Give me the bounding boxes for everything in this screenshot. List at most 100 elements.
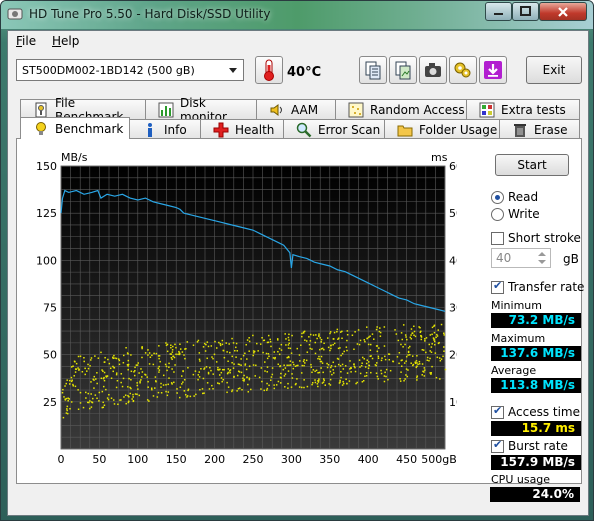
access-time-point [158,371,160,373]
access-time-point [403,362,406,364]
access-time-point [219,344,222,347]
tab-benchmark[interactable]: Benchmark [20,117,130,139]
copy-screenshot-button[interactable] [389,56,417,84]
access-time-point [136,364,139,366]
access-time-point [280,343,283,346]
access-time-point [240,371,243,374]
tab-info[interactable]: Info [129,119,201,139]
average-value: 113.8 MB/s [491,378,581,393]
access-time-point [353,363,355,365]
access-time-point [196,341,199,343]
copy-screenshot-icon [395,61,411,80]
access-time-point [93,387,95,389]
access-time-point [173,356,176,359]
access-time-checkbox[interactable]: Access time [491,404,586,419]
access-time-point [73,360,76,363]
access-time-point [82,406,85,409]
access-time-point [375,328,378,331]
access-time-point [311,382,314,384]
access-time-point [272,357,275,359]
transfer-rate-checkbox[interactable]: Transfer rate [491,279,586,294]
tab-random-access[interactable]: Random Access [335,99,467,119]
temperature-button[interactable] [255,56,283,84]
menu-file[interactable]: File [16,34,36,48]
access-time-point [183,354,185,356]
access-time-point [318,335,320,337]
access-time-point [227,368,230,370]
health-cross-icon [213,122,229,137]
copy-info-button[interactable] [359,56,387,84]
title-bar[interactable]: HD Tune Pro 5.50 - Hard Disk/SSD Utility [1,1,593,29]
close-button[interactable] [539,2,587,21]
access-time-point [365,362,368,365]
options-button[interactable] [449,56,477,84]
access-time-point [152,363,155,366]
save-button[interactable] [479,56,507,84]
access-time-point [84,367,86,370]
access-time-point [266,382,268,385]
short-stroke-input[interactable]: 40 [491,248,551,268]
access-time-point [243,380,245,382]
exit-button[interactable]: Exit [526,56,582,84]
access-time-point [100,377,103,380]
spin-down-icon[interactable] [536,258,548,266]
tab-file-benchmark[interactable]: File Benchmark [20,96,146,124]
access-time-point [157,391,160,394]
access-time-point [193,395,195,397]
access-time-point [184,357,186,360]
access-time-point [74,368,77,370]
access-time-point [120,373,123,375]
tab-health[interactable]: Health [200,119,284,139]
access-time-point [367,361,370,363]
access-time-point [405,368,408,370]
short-stroke-checkbox[interactable]: Short stroke [491,231,586,245]
spin-up-icon[interactable] [536,250,548,258]
drive-select[interactable]: ST500DM002-1BD142 (500 gB) [16,59,244,81]
x-tick-label: 250 [243,453,264,466]
tab-aam[interactable]: AAM [256,99,336,119]
access-time-point [405,336,407,338]
access-time-point [166,350,169,353]
access-time-point [212,357,214,360]
access-time-point [170,346,172,349]
write-radio-dot [491,207,504,221]
tab-error-scan[interactable]: Error Scan [283,119,385,139]
maximize-button[interactable] [512,2,539,21]
tab-disk-monitor[interactable]: Disk monitor [145,96,257,124]
access-time-point [291,373,293,375]
access-time-point [425,351,427,354]
access-time-point [159,360,161,363]
burst-rate-checkbox[interactable]: Burst rate [491,438,586,453]
access-time-point [413,325,415,328]
tab-erase[interactable]: Erase [499,119,580,139]
access-time-point [384,355,386,358]
access-time-point [226,381,228,384]
access-time-point [112,356,114,359]
access-time-point [384,358,387,361]
tab-folder-usage[interactable]: Folder Usage [384,119,500,139]
access-time-point [77,389,79,391]
minimize-button[interactable] [485,2,512,21]
access-time-point [234,349,236,352]
access-time-point [364,375,366,377]
tab-extra-tests[interactable]: Extra tests [466,99,580,119]
access-time-point [267,341,270,344]
x-tick-label: 350 [319,453,340,466]
screenshot-button[interactable] [419,56,447,84]
y-left-tick-label: 25 [43,396,57,409]
read-radio[interactable]: Read [491,190,581,204]
menu-help[interactable]: Help [52,34,79,48]
access-time-point [74,385,77,388]
tab-label: Error Scan [318,122,381,137]
benchmark-chart: MB/s ms 25 50 75 100 125 150 10 20 30 40 50 60 0 50 100 1… [17,139,463,485]
write-radio[interactable]: Write [491,207,581,221]
access-time-point [86,370,88,372]
access-time-point [172,345,174,348]
access-time-point [68,383,71,385]
access-time-point [443,334,445,336]
start-button[interactable]: Start [495,154,569,176]
access-time-point [376,350,379,353]
maximum-value: 137.6 MB/s [491,346,581,361]
access-time-point [65,397,68,400]
access-time-point [116,379,119,382]
